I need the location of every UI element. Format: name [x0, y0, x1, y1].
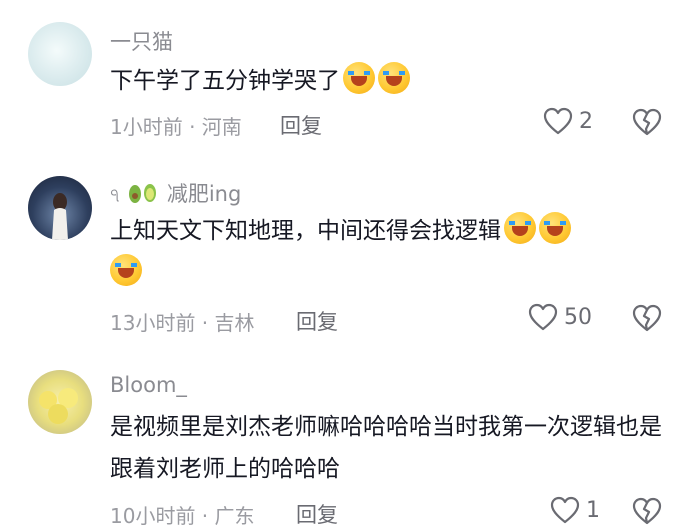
- avatar[interactable]: [28, 370, 92, 434]
- dislike-button[interactable]: [632, 108, 662, 136]
- tears-of-joy-emoji: [504, 212, 536, 244]
- username-label: 减肥ing: [166, 182, 242, 206]
- avatar[interactable]: [28, 176, 92, 240]
- broken-heart-icon: [632, 108, 662, 136]
- tears-of-joy-emoji: [110, 254, 142, 286]
- comment-text-body: 上知天文下知地理，中间还得会找逻辑: [110, 218, 501, 244]
- comment-username[interactable]: ঀ 减肥ing: [110, 178, 241, 211]
- like-button[interactable]: 2: [543, 107, 593, 135]
- broken-heart-icon: [632, 497, 662, 525]
- like-button[interactable]: 1: [550, 496, 600, 524]
- heart-outline-icon: [528, 303, 558, 331]
- like-count: 2: [579, 108, 593, 134]
- broken-heart-icon: [632, 304, 662, 332]
- reply-button[interactable]: 回复: [280, 110, 322, 140]
- comment-time-location: 1小时前 · 河南: [110, 115, 242, 139]
- heart-outline-icon: [550, 496, 580, 524]
- heart-outline-icon: [543, 107, 573, 135]
- comment-text: 下午学了五分钟学哭了: [110, 60, 670, 102]
- comment-text-body: 是视频里是刘杰老师嘛哈哈哈哈当时我第一次逻辑也是跟着刘老师上的哈哈哈: [110, 414, 662, 482]
- reply-button[interactable]: 回复: [296, 306, 338, 336]
- dislike-button[interactable]: [632, 497, 662, 525]
- crying-face-emoji: [378, 62, 410, 94]
- avatar-figure: [52, 193, 68, 240]
- like-count: 1: [586, 497, 600, 523]
- dislike-button[interactable]: [632, 304, 662, 332]
- tears-of-joy-emoji: [539, 212, 571, 244]
- comment-time-location: 13小时前 · 吉林: [110, 311, 255, 335]
- comment-username[interactable]: Bloom_: [110, 373, 187, 397]
- comment-text: 是视频里是刘杰老师嘛哈哈哈哈当时我第一次逻辑也是跟着刘老师上的哈哈哈: [110, 406, 670, 490]
- avatar-figure: [39, 388, 78, 424]
- comment-text: 上知天文下知地理，中间还得会找逻辑: [110, 210, 670, 294]
- comment-text-body: 下午学了五分钟学哭了: [110, 68, 340, 94]
- username-prefix: ঀ: [110, 182, 120, 206]
- crying-face-emoji: [343, 62, 375, 94]
- comment-username[interactable]: 一只猫: [110, 26, 173, 56]
- like-count: 50: [564, 304, 592, 330]
- avocado-icon: [126, 180, 160, 211]
- avatar[interactable]: [28, 22, 92, 86]
- like-button[interactable]: 50: [528, 303, 592, 331]
